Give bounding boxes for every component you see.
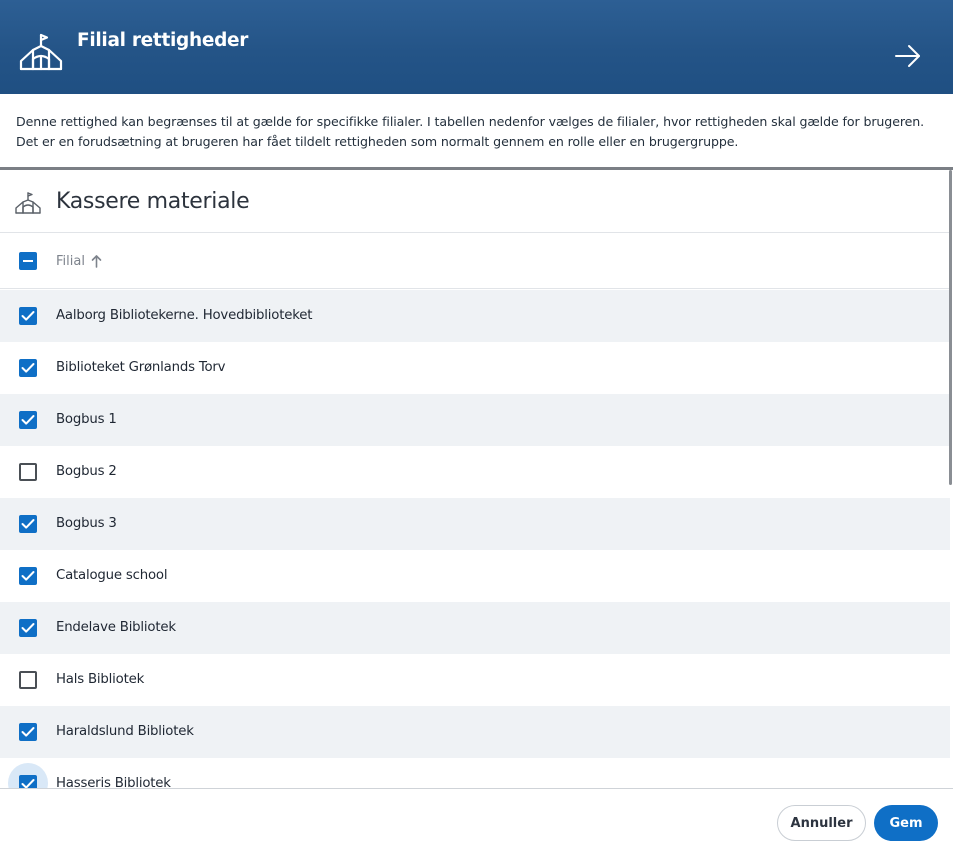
row-checkbox[interactable] — [19, 567, 37, 585]
checkmark-icon — [21, 363, 35, 373]
scrollbar-thumb[interactable] — [949, 170, 952, 485]
checkmark-icon — [21, 727, 35, 737]
row-checkbox[interactable] — [19, 411, 37, 429]
branch-name: Biblioteket Grønlands Torv — [56, 360, 226, 375]
library-building-icon — [15, 192, 41, 214]
table-header: Filial — [0, 233, 950, 289]
branch-name: Haraldslund Bibliotek — [56, 724, 194, 739]
table-row[interactable]: Biblioteket Grønlands Torv — [0, 342, 950, 394]
branch-name: Bogbus 1 — [56, 412, 117, 427]
select-all-checkbox[interactable] — [19, 252, 37, 270]
arrow-up-icon[interactable] — [91, 254, 102, 268]
library-building-icon — [19, 33, 63, 71]
checkmark-icon — [21, 311, 35, 321]
branch-name: Bogbus 2 — [56, 464, 117, 479]
section-title: Kassere materiale — [56, 189, 250, 214]
checkmark-icon — [21, 519, 35, 529]
row-checkbox[interactable] — [19, 723, 37, 741]
section-header: Kassere materiale — [0, 170, 950, 233]
table-row[interactable]: Haraldslund Bibliotek — [0, 706, 950, 758]
save-button[interactable]: Gem — [874, 805, 938, 841]
row-checkbox[interactable] — [19, 307, 37, 325]
info-text: Denne rettighed kan begrænses til at gæl… — [0, 94, 953, 170]
branch-list-scroll-area[interactable]: Kassere materiale Filial Aalborg Bibliot… — [0, 170, 953, 788]
row-checkbox[interactable] — [19, 775, 37, 788]
row-checkbox[interactable] — [19, 671, 37, 689]
row-checkbox[interactable] — [19, 619, 37, 637]
arrow-right-icon[interactable] — [893, 42, 923, 70]
table-row[interactable]: Endelave Bibliotek — [0, 602, 950, 654]
info-text-line-2: Det er en forudsætning at brugeren har f… — [16, 134, 739, 149]
row-checkbox[interactable] — [19, 515, 37, 533]
branch-name: Hasseris Bibliotek — [56, 776, 171, 788]
checkmark-icon — [21, 415, 35, 425]
branch-name: Endelave Bibliotek — [56, 620, 176, 635]
minus-icon — [23, 260, 33, 262]
dialog-header: Filial rettigheder — [0, 0, 953, 94]
branch-name: Catalogue school — [56, 568, 168, 583]
info-text-line-1: Denne rettighed kan begrænses til at gæl… — [16, 114, 925, 129]
table-row[interactable]: Bogbus 3 — [0, 498, 950, 550]
branch-name: Bogbus 3 — [56, 516, 117, 531]
row-checkbox[interactable] — [19, 463, 37, 481]
dialog-footer: Annuller Gem — [0, 788, 953, 852]
table-row[interactable]: Hasseris Bibliotek — [0, 758, 950, 788]
checkmark-icon — [21, 571, 35, 581]
table-row[interactable]: Hals Bibliotek — [0, 654, 950, 706]
column-header-filial[interactable]: Filial — [56, 254, 85, 269]
table-row[interactable]: Bogbus 1 — [0, 394, 950, 446]
checkmark-icon — [21, 779, 35, 788]
checkmark-icon — [21, 623, 35, 633]
table-row[interactable]: Catalogue school — [0, 550, 950, 602]
branch-name: Aalborg Bibliotekerne. Hovedbiblioteket — [56, 308, 313, 323]
cancel-button[interactable]: Annuller — [777, 805, 866, 841]
table-row[interactable]: Bogbus 2 — [0, 446, 950, 498]
row-checkbox[interactable] — [19, 359, 37, 377]
dialog-title: Filial rettigheder — [77, 30, 249, 51]
table-row[interactable]: Aalborg Bibliotekerne. Hovedbiblioteket — [0, 290, 950, 342]
branch-name: Hals Bibliotek — [56, 672, 145, 687]
